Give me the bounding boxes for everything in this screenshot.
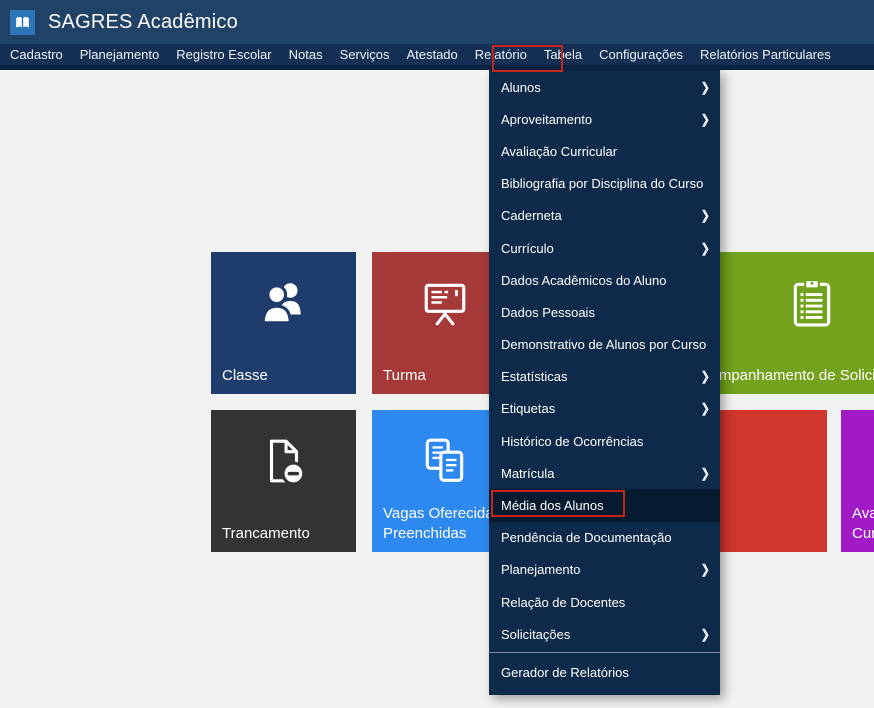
users-icon xyxy=(259,278,309,328)
menubar-bottom-edge xyxy=(0,65,874,70)
dropdown-item-alunos[interactable]: Alunos ❯ xyxy=(489,71,720,103)
dropdown-item-label: Aproveitamento xyxy=(501,112,592,127)
dropdown-item-dados-pessoais[interactable]: Dados Pessoais xyxy=(489,296,720,328)
menubar-item-servicos[interactable]: Serviços xyxy=(340,47,390,62)
dropdown-item-pendencia-de-documentacao[interactable]: Pendência de Documentação xyxy=(489,522,720,554)
dropdown-item-label: Currículo xyxy=(501,241,554,256)
tile-label: Classe xyxy=(222,366,268,386)
dropdown-item-demonstrativo-de-alunos-por-curso[interactable]: Demonstrativo de Alunos por Curso xyxy=(489,329,720,361)
dropdown-item-label: Alunos xyxy=(501,80,541,95)
dropdown-item-etiquetas[interactable]: Etiquetas ❯ xyxy=(489,393,720,425)
tile-avaliacao-curricular[interactable]: Avaliação Curricular xyxy=(841,410,874,552)
submenu-arrow-icon: ❯ xyxy=(701,80,710,95)
submenu-arrow-icon: ❯ xyxy=(701,401,710,416)
dropdown-item-label: Matrícula xyxy=(501,466,554,481)
app-window: SAGRES Acadêmico Cadastro Planejamento Reg… xyxy=(0,0,874,708)
clipboard-list-icon xyxy=(787,278,837,328)
dropdown-item-label: Estatísticas xyxy=(501,369,567,384)
submenu-arrow-icon: ❯ xyxy=(701,208,710,223)
tile-trancamento[interactable]: Trancamento xyxy=(211,410,356,552)
presentation-board-icon xyxy=(420,278,470,328)
menubar-item-cadastro[interactable]: Cadastro xyxy=(10,47,63,62)
dropdown-item-label: Avaliação Curricular xyxy=(501,144,617,159)
dropdown-item-label: Pendência de Documentação xyxy=(501,530,672,545)
dropdown-item-label: Etiquetas xyxy=(501,401,555,416)
dropdown-item-label: Demonstrativo de Alunos por Curso xyxy=(501,337,706,352)
dropdown-item-estatisticas[interactable]: Estatísticas ❯ xyxy=(489,361,720,393)
dropdown-item-gerador-de-relatorios[interactable]: Gerador de Relatórios xyxy=(489,655,720,689)
dropdown-item-label: Dados Pessoais xyxy=(501,305,595,320)
menubar-item-planejamento[interactable]: Planejamento xyxy=(80,47,160,62)
app-header: SAGRES Acadêmico xyxy=(0,0,874,44)
menubar-item-relatorios-particulares[interactable]: Relatórios Particulares xyxy=(700,47,831,62)
dropdown-item-avaliacao-curricular[interactable]: Avaliação Curricular xyxy=(489,135,720,167)
main-menubar: Cadastro Planejamento Registro Escolar Nota… xyxy=(0,44,874,65)
menubar-item-configuracoes[interactable]: Configurações xyxy=(599,47,683,62)
documents-icon xyxy=(420,436,470,486)
tile-label: Trancamento xyxy=(222,524,310,544)
dropdown-item-bibliografia-por-disciplina-do-curso[interactable]: Bibliografia por Disciplina do Curso xyxy=(489,168,720,200)
dropdown-item-label: Bibliografia por Disciplina do Curso xyxy=(501,176,703,191)
tile-label: Vagas Oferecidas Preenchidas xyxy=(383,504,501,544)
dropdown-item-label: Dados Acadêmicos do Aluno xyxy=(501,273,667,288)
dropdown-item-matricula[interactable]: Matrícula ❯ xyxy=(489,457,720,489)
dropdown-item-label: Histórico de Ocorrências xyxy=(501,434,643,449)
dropdown-item-media-dos-alunos[interactable]: Média dos Alunos xyxy=(489,489,720,521)
relatorio-dropdown-menu: Alunos ❯ Aproveitamento ❯ Avaliação Curricul… xyxy=(489,70,720,695)
tile-label: Turma xyxy=(383,366,426,386)
menubar-item-registro-escolar[interactable]: Registro Escolar xyxy=(176,47,271,62)
menubar-item-atestado[interactable]: Atestado xyxy=(406,47,457,62)
dropdown-item-solicitacoes[interactable]: Solicitações ❯ xyxy=(489,618,720,650)
menubar-item-notas[interactable]: Notas xyxy=(289,47,323,62)
menubar-item-tabela[interactable]: Tabela xyxy=(544,47,582,62)
dropdown-item-planejamento[interactable]: Planejamento ❯ xyxy=(489,554,720,586)
dropdown-item-caderneta[interactable]: Caderneta ❯ xyxy=(489,200,720,232)
dropdown-item-relacao-de-docentes[interactable]: Relação de Docentes xyxy=(489,586,720,618)
submenu-arrow-icon: ❯ xyxy=(701,241,710,256)
dropdown-item-label: Relação de Docentes xyxy=(501,595,625,610)
tile-classe[interactable]: Classe xyxy=(211,252,356,394)
dropdown-item-label: Planejamento xyxy=(501,562,581,577)
dropdown-separator xyxy=(489,652,720,653)
document-minus-icon xyxy=(259,436,309,486)
dropdown-item-label: Caderneta xyxy=(501,208,562,223)
app-title: SAGRES Acadêmico xyxy=(48,11,238,34)
submenu-arrow-icon: ❯ xyxy=(701,369,710,384)
dropdown-item-dados-academicos-do-aluno[interactable]: Dados Acadêmicos do Aluno xyxy=(489,264,720,296)
dropdown-item-curriculo[interactable]: Currículo ❯ xyxy=(489,232,720,264)
submenu-arrow-icon: ❯ xyxy=(701,466,710,481)
submenu-arrow-icon: ❯ xyxy=(701,112,710,127)
tile-label: Avaliação Curricular xyxy=(852,504,874,544)
tile-label: Acompanhamento de Solicitações xyxy=(693,366,874,386)
open-book-icon xyxy=(10,10,35,35)
submenu-arrow-icon: ❯ xyxy=(701,627,710,642)
submenu-arrow-icon: ❯ xyxy=(701,562,710,577)
dropdown-item-label: Solicitações xyxy=(501,627,570,642)
dropdown-item-label: Média dos Alunos xyxy=(501,498,604,513)
dropdown-item-historico-de-ocorrencias[interactable]: Histórico de Ocorrências xyxy=(489,425,720,457)
dropdown-item-aproveitamento[interactable]: Aproveitamento ❯ xyxy=(489,103,720,135)
menubar-item-relatorio[interactable]: Relatório xyxy=(475,47,527,62)
